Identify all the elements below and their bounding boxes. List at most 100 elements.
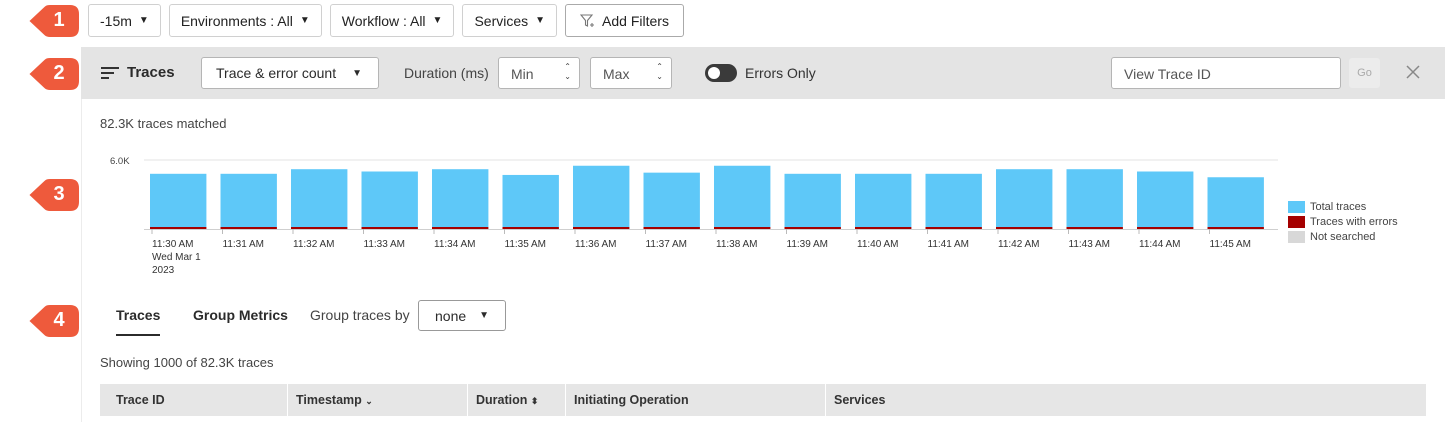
bar-traces-with-errors	[996, 227, 1053, 229]
filter-plus-icon	[580, 13, 595, 27]
callout-number: 3	[53, 183, 65, 205]
bar-traces-with-errors	[784, 227, 841, 229]
callout-2: 2	[0, 54, 100, 94]
callout-3: 3	[0, 175, 100, 215]
legend-item[interactable]: Total traces	[1288, 199, 1398, 214]
tab-group-metrics[interactable]: Group Metrics	[193, 307, 288, 323]
bar-total-traces	[361, 171, 418, 227]
errors-only-label: Errors Only	[745, 65, 816, 81]
caret-down-icon: ▼	[535, 15, 546, 26]
tab-traces[interactable]: Traces	[116, 307, 161, 336]
x-tick-label: 11:45 AM	[1210, 239, 1252, 250]
bar-traces-with-errors	[220, 227, 277, 229]
traces-matched-count: 82.3K traces matched	[100, 116, 227, 131]
x-tick-label: 11:41 AM	[928, 239, 970, 250]
services-dropdown[interactable]: Services ▼	[462, 4, 558, 37]
duration-min-input[interactable]: Min ⌃ ⌄	[498, 57, 580, 89]
filter-bar: -15m ▼ Environments : All ▼ Workflow : A…	[88, 4, 684, 37]
trace-id-placeholder: View Trace ID	[1124, 66, 1211, 82]
x-tick-sublabel: Wed Mar 1	[152, 252, 201, 263]
bar-total-traces	[1066, 169, 1123, 227]
bar-traces-with-errors	[925, 227, 982, 229]
callout-number: 1	[53, 9, 65, 31]
bar-traces-with-errors	[1066, 227, 1123, 229]
column-label: Initiating Operation	[574, 393, 689, 407]
errors-only-toggle[interactable]	[705, 64, 737, 82]
traces-table-header: Trace ID Timestamp ⌄ Duration ⬍ Initiati…	[100, 384, 1426, 416]
bar-total-traces	[291, 169, 348, 227]
max-placeholder: Max	[603, 66, 630, 82]
legend-swatch	[1288, 200, 1305, 213]
apm-traces-page: -15m ▼ Environments : All ▼ Workflow : A…	[0, 0, 1445, 422]
x-tick-label: 11:40 AM	[857, 239, 899, 250]
bar-total-traces	[643, 172, 700, 227]
showing-count: Showing 1000 of 82.3K traces	[100, 355, 274, 370]
metric-select[interactable]: Trace & error count ▼	[201, 57, 379, 89]
stepper-arrows-icon[interactable]: ⌃ ⌄	[656, 62, 663, 82]
bar-traces-with-errors	[573, 227, 630, 229]
add-filters-label: Add Filters	[602, 12, 669, 29]
caret-down-icon: ▼	[432, 15, 443, 26]
bar-total-traces	[784, 173, 841, 227]
x-tick-sublabel: 2023	[152, 265, 175, 276]
legend-label: Not searched	[1310, 230, 1376, 243]
column-trace-id[interactable]: Trace ID	[100, 384, 288, 416]
bar-total-traces	[925, 173, 982, 227]
x-tick-label: 11:34 AM	[434, 239, 476, 250]
duration-label: Duration (ms)	[404, 65, 489, 81]
trace-count-chart: 6.0K 11:30 AM 11:31 AM 11:32 AM 11:33 AM 11:3…	[110, 156, 1278, 276]
duration-max-input[interactable]: Max ⌃ ⌄	[590, 57, 672, 89]
x-tick-label: 11:39 AM	[787, 239, 829, 250]
time-range-label: -15m	[100, 12, 132, 29]
caret-down-icon: ▼	[299, 15, 310, 26]
add-filters-button[interactable]: Add Filters	[565, 4, 684, 37]
environments-dropdown[interactable]: Environments : All ▼	[168, 4, 322, 37]
group-by-label: Group traces by	[310, 307, 410, 323]
min-placeholder: Min	[511, 66, 534, 82]
services-label: Services	[474, 12, 529, 29]
column-services[interactable]: Services	[826, 384, 1426, 416]
x-tick-label: 11:33 AM	[364, 239, 406, 250]
menu-lines-icon[interactable]	[101, 66, 119, 80]
bar-total-traces	[714, 165, 771, 227]
metric-select-value: Trace & error count	[216, 65, 337, 81]
y-tick-label: 6.0K	[110, 156, 130, 167]
bar-traces-with-errors	[150, 227, 207, 229]
bar-total-traces	[996, 169, 1053, 227]
legend-label: Total traces	[1310, 200, 1367, 213]
group-by-select[interactable]: none ▼	[418, 300, 506, 331]
bar-total-traces	[1207, 177, 1264, 227]
caret-down-icon: ▼	[479, 310, 489, 321]
column-timestamp[interactable]: Timestamp ⌄	[288, 384, 468, 416]
column-duration[interactable]: Duration ⬍	[468, 384, 566, 416]
column-initiating-operation[interactable]: Initiating Operation	[566, 384, 826, 416]
bar-total-traces	[502, 174, 559, 227]
workflow-dropdown[interactable]: Workflow : All ▼	[329, 4, 455, 37]
column-label: Duration	[476, 393, 528, 407]
legend-item[interactable]: Traces with errors	[1288, 214, 1398, 229]
callout-number: 2	[53, 62, 65, 84]
x-tick-label: 11:35 AM	[505, 239, 547, 250]
bar-total-traces	[220, 173, 277, 227]
bar-total-traces	[432, 169, 489, 227]
traces-title: Traces	[101, 64, 175, 81]
callout-number: 4	[53, 309, 65, 331]
go-button[interactable]: Go	[1349, 58, 1380, 88]
close-icon[interactable]	[1404, 63, 1422, 81]
legend-swatch	[1288, 215, 1305, 228]
toggle-knob	[708, 67, 720, 79]
stepper-arrows-icon[interactable]: ⌃ ⌄	[564, 62, 571, 82]
x-tick-label: 11:38 AM	[716, 239, 758, 250]
x-tick-label: 11:43 AM	[1069, 239, 1111, 250]
traces-title-text: Traces	[127, 64, 175, 81]
column-label: Trace ID	[116, 393, 165, 407]
x-tick-label: 11:36 AM	[575, 239, 617, 250]
legend-item[interactable]: Not searched	[1288, 229, 1398, 244]
bar-traces-with-errors	[1137, 227, 1194, 229]
x-tick-label: 11:44 AM	[1139, 239, 1181, 250]
callout-4: 4	[0, 301, 100, 341]
chart-legend: Total traces Traces with errors Not search…	[1288, 199, 1398, 244]
x-tick-label: 11:37 AM	[646, 239, 688, 250]
trace-id-input[interactable]: View Trace ID	[1111, 57, 1341, 89]
legend-swatch	[1288, 230, 1305, 243]
